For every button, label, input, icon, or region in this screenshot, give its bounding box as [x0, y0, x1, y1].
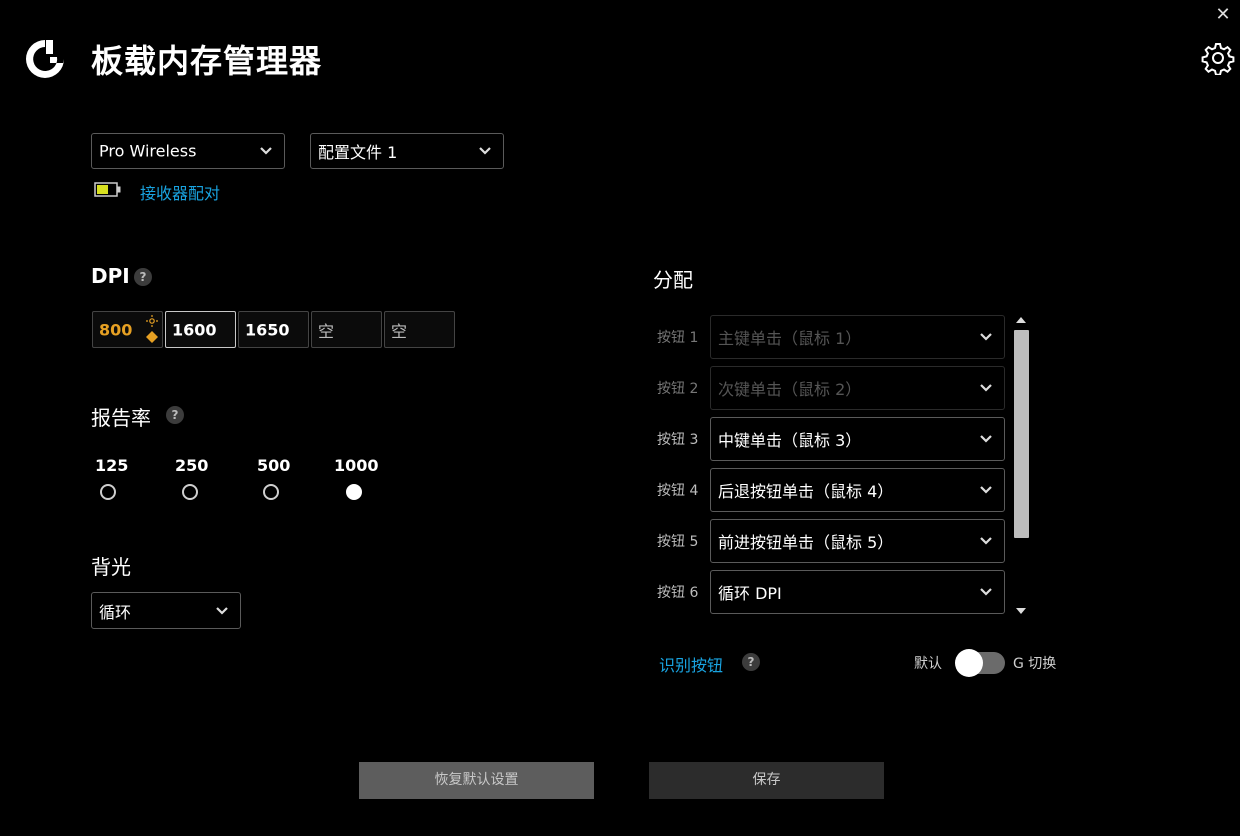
dpi-slot-5[interactable]: 空	[384, 311, 455, 348]
toggle-knob	[955, 649, 983, 677]
dpi-slot-1[interactable]: 800	[92, 311, 163, 348]
rate-label-250: 250	[175, 456, 209, 475]
rate-radio-1000[interactable]	[346, 484, 362, 500]
assign-value: 主键单击（鼠标 1）	[718, 329, 862, 348]
gear-icon[interactable]	[1201, 41, 1235, 76]
chevron-down-icon	[980, 486, 992, 494]
assign-value: 循环 DPI	[718, 584, 782, 603]
chevron-down-icon	[479, 147, 491, 155]
button-4-assign-select[interactable]: 后退按钮单击（鼠标 4）	[710, 468, 1005, 512]
button-row-label: 按钮 5	[657, 534, 699, 550]
chevron-down-icon	[980, 588, 992, 596]
identify-help-icon[interactable]: ?	[742, 653, 760, 671]
save-button[interactable]: 保存	[649, 762, 884, 799]
button-1-assign-select: 主键单击（鼠标 1）	[710, 315, 1005, 359]
identify-buttons-link[interactable]: 识别按钮	[659, 652, 723, 676]
device-select-value: Pro Wireless	[99, 141, 197, 161]
profile-select[interactable]: 配置文件 1	[310, 133, 504, 169]
assign-value: 后退按钮单击（鼠标 4）	[718, 482, 894, 501]
backlight-title: 背光	[91, 555, 131, 579]
dpi-slot-value: 1650	[245, 320, 290, 339]
device-select[interactable]: Pro Wireless	[91, 133, 285, 169]
chevron-down-icon	[260, 147, 272, 155]
backlight-select-value: 循环	[99, 602, 132, 622]
button-3-assign-select[interactable]: 中键单击（鼠标 3）	[710, 417, 1005, 461]
scroll-down-icon[interactable]	[1013, 606, 1029, 616]
backlight-select[interactable]: 循环	[91, 592, 241, 629]
dpi-slot-value: 1600	[172, 320, 217, 339]
chevron-down-icon	[980, 384, 992, 392]
current-dpi-indicator-icon	[146, 315, 158, 343]
dpi-slot-2[interactable]: 1600	[165, 311, 236, 348]
scroll-up-icon[interactable]	[1013, 315, 1029, 325]
rate-radio-250[interactable]	[182, 484, 198, 500]
dpi-slot-3[interactable]: 1650	[238, 311, 309, 348]
button-5-assign-select[interactable]: 前进按钮单击（鼠标 5）	[710, 519, 1005, 563]
rate-radio-125[interactable]	[100, 484, 116, 500]
dpi-slot-value: 空	[391, 321, 408, 341]
g-shift-toggle[interactable]	[955, 649, 1005, 677]
restore-defaults-button[interactable]: 恢复默认设置	[359, 762, 594, 799]
rate-label-125: 125	[95, 456, 129, 475]
assignments-title: 分配	[653, 268, 693, 292]
toggle-gshift-label: G 切换	[1013, 656, 1057, 672]
dpi-help-icon[interactable]: ?	[134, 268, 152, 286]
assign-value: 前进按钮单击（鼠标 5）	[718, 533, 894, 552]
chevron-down-icon	[216, 606, 228, 615]
toggle-default-label: 默认	[914, 656, 942, 672]
button-row-label: 按钮 6	[657, 585, 699, 601]
assign-value: 次键单击（鼠标 2）	[718, 380, 862, 399]
chevron-down-icon	[980, 333, 992, 341]
dpi-slot-4[interactable]: 空	[311, 311, 382, 348]
close-icon[interactable]: ✕	[1212, 4, 1234, 26]
logitech-g-logo	[22, 36, 68, 82]
page-title: 板载内存管理器	[91, 42, 323, 80]
chevron-down-icon	[980, 537, 992, 545]
report-rate-title: 报告率	[91, 406, 151, 430]
assign-value: 中键单击（鼠标 3）	[718, 431, 862, 450]
button-row-label: 按钮 3	[657, 432, 699, 448]
battery-icon	[94, 182, 122, 197]
chevron-down-icon	[980, 435, 992, 443]
dpi-slot-value: 800	[99, 320, 133, 339]
rate-radio-500[interactable]	[263, 484, 279, 500]
button-row-label: 按钮 4	[657, 483, 699, 499]
button-2-assign-select: 次键单击（鼠标 2）	[710, 366, 1005, 410]
receiver-pairing-link[interactable]: 接收器配对	[140, 180, 220, 204]
profile-select-value: 配置文件 1	[318, 143, 398, 162]
assignments-scrollbar[interactable]	[1014, 330, 1029, 538]
dpi-slot-value: 空	[318, 321, 335, 341]
report-rate-help-icon[interactable]: ?	[166, 406, 184, 424]
button-row-label: 按钮 2	[657, 381, 699, 397]
rate-label-1000: 1000	[334, 456, 379, 475]
dpi-title: DPI	[91, 264, 130, 288]
rate-label-500: 500	[257, 456, 291, 475]
button-row-label: 按钮 1	[657, 330, 699, 346]
button-6-assign-select[interactable]: 循环 DPI	[710, 570, 1005, 614]
